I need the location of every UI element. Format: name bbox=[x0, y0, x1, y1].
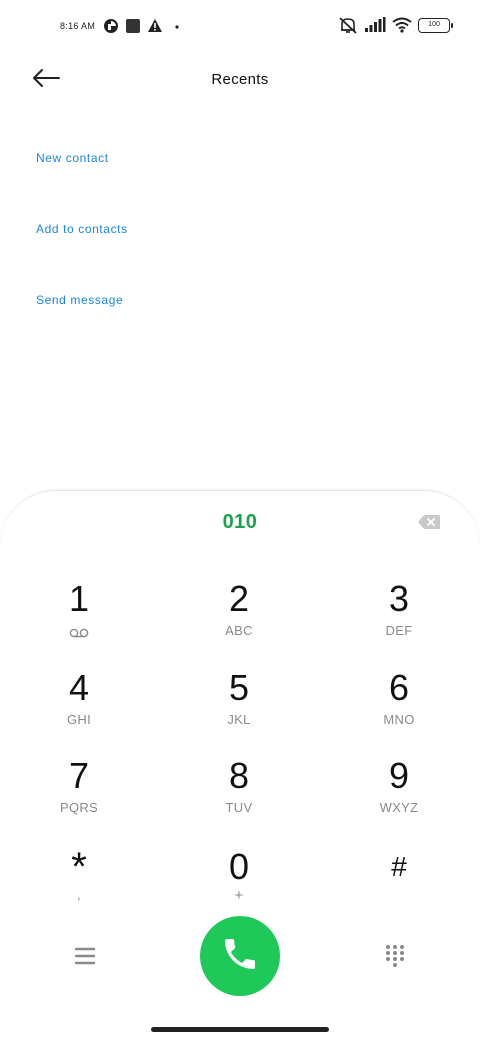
key-8[interactable]: 8 TUV bbox=[184, 756, 294, 834]
status-right: 100 bbox=[338, 16, 453, 34]
key-9[interactable]: 9 WXYZ bbox=[344, 756, 454, 834]
warning-icon bbox=[147, 18, 163, 34]
add-to-contacts-link[interactable]: Add to contacts bbox=[36, 222, 128, 236]
send-message-link[interactable]: Send message bbox=[36, 293, 123, 307]
home-indicator[interactable] bbox=[151, 1027, 329, 1032]
key-2[interactable]: 2 ABC bbox=[184, 579, 294, 657]
key-6[interactable]: 6 MNO bbox=[344, 668, 454, 746]
key-digit: # bbox=[391, 851, 407, 882]
key-digit: 9 bbox=[388, 755, 410, 796]
key-letters: JKL bbox=[227, 712, 251, 727]
mute-icon bbox=[338, 16, 358, 34]
key-digit: 3 bbox=[388, 578, 410, 619]
keypad-toggle-button[interactable] bbox=[382, 943, 408, 969]
menu-icon bbox=[70, 947, 98, 972]
signal-icon bbox=[364, 17, 386, 33]
backspace-icon bbox=[418, 515, 440, 533]
key-star[interactable]: * , bbox=[24, 847, 134, 925]
key-digit: 5 bbox=[228, 667, 250, 708]
page-title: Recents bbox=[211, 71, 269, 88]
key-digit: * bbox=[71, 845, 87, 889]
voicemail-icon bbox=[69, 625, 89, 643]
key-letters: TUV bbox=[225, 800, 253, 815]
dialed-number[interactable]: 010 bbox=[0, 511, 480, 534]
call-button[interactable] bbox=[200, 916, 280, 996]
backspace-button[interactable] bbox=[418, 515, 440, 529]
key-letters: WXYZ bbox=[379, 800, 419, 815]
battery-icon: 100 bbox=[418, 17, 453, 33]
key-letters: MNO bbox=[383, 712, 415, 727]
new-contact-link[interactable]: New contact bbox=[36, 151, 109, 165]
status-time: 8:16 AM bbox=[60, 21, 96, 31]
key-4[interactable]: 4 GHI bbox=[24, 668, 134, 746]
key-digit: 2 bbox=[228, 578, 250, 619]
status-bar: 8:16 AM 100 bbox=[0, 0, 480, 56]
key-digit: 7 bbox=[68, 755, 90, 796]
key-hash[interactable]: # bbox=[344, 847, 454, 925]
key-digit: 4 bbox=[68, 667, 90, 708]
menu-button[interactable] bbox=[70, 944, 98, 968]
key-letters: + bbox=[234, 887, 244, 904]
key-letters: DEF bbox=[385, 623, 413, 638]
key-3[interactable]: 3 DEF bbox=[344, 579, 454, 657]
header: Recents bbox=[0, 56, 480, 104]
key-digit: 1 bbox=[68, 578, 90, 619]
square-app-icon bbox=[125, 18, 141, 34]
key-digit: 0 bbox=[228, 846, 250, 887]
dialer-panel: 010 1 2 ABC 3 DEF 4 GHI 5 JKL 6 MNO 7 PQ… bbox=[0, 490, 480, 1040]
key-0[interactable]: 0 + bbox=[184, 847, 294, 925]
key-digit: 8 bbox=[228, 755, 250, 796]
wifi-icon bbox=[392, 17, 412, 33]
key-letters: GHI bbox=[66, 712, 91, 727]
key-1[interactable]: 1 bbox=[24, 579, 134, 657]
key-letters: PQRS bbox=[59, 800, 99, 815]
app-circle-icon bbox=[103, 18, 119, 34]
key-7[interactable]: 7 PQRS bbox=[24, 756, 134, 834]
key-5[interactable]: 5 JKL bbox=[184, 668, 294, 746]
key-letters: ABC bbox=[225, 623, 253, 638]
key-digit: 6 bbox=[388, 667, 410, 708]
dot-icon bbox=[169, 18, 185, 34]
dialpad-icon bbox=[382, 945, 408, 973]
phone-icon bbox=[220, 934, 260, 979]
status-left: 8:16 AM bbox=[60, 18, 185, 34]
key-letters: , bbox=[77, 887, 81, 902]
